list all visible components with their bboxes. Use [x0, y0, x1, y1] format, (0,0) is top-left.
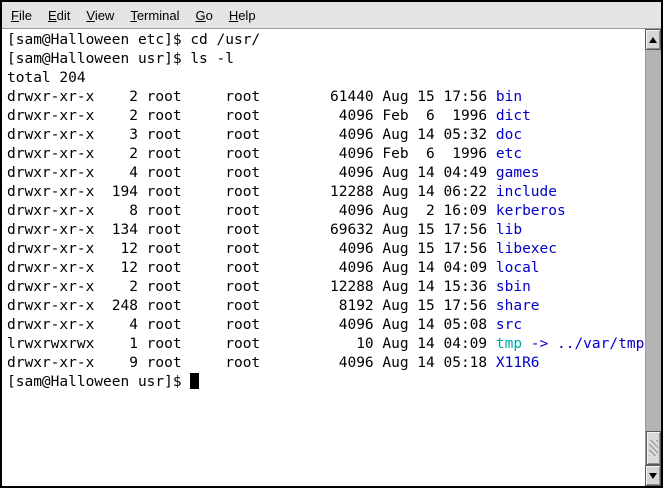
directory-name: share — [496, 298, 540, 314]
terminal-text: drwxr-xr-x 9 root root 4096 Aug 14 05:18 — [7, 355, 496, 371]
scrollbar-thumb[interactable] — [646, 431, 661, 465]
terminal-line: drwxr-xr-x 12 root root 4096 Aug 14 04:0… — [7, 259, 645, 278]
menu-item-edit[interactable]: Edit — [40, 3, 78, 28]
directory-name: -> ../var/tmp — [522, 336, 644, 352]
terminal-text: drwxr-xr-x 134 root root 69632 Aug 15 17… — [7, 222, 496, 238]
terminal-text: drwxr-xr-x 4 root root 4096 Aug 14 05:08 — [7, 317, 496, 333]
scroll-down-button[interactable] — [645, 465, 661, 486]
menu-item-go[interactable]: Go — [187, 3, 220, 28]
scroll-up-button[interactable] — [645, 29, 661, 50]
menu-item-view[interactable]: View — [78, 3, 122, 28]
directory-name: sbin — [496, 279, 531, 295]
menu-item-mnemonic: V — [86, 8, 94, 23]
menu-item-mnemonic: G — [195, 8, 205, 23]
terminal-line: total 204 — [7, 69, 645, 88]
scrollbar — [645, 29, 661, 486]
directory-name: lib — [496, 222, 522, 238]
terminal-line: drwxr-xr-x 8 root root 4096 Aug 2 16:09 … — [7, 202, 645, 221]
menu-item-help[interactable]: Help — [221, 3, 264, 28]
down-arrow-icon — [649, 473, 657, 479]
terminal-text: drwxr-xr-x 12 root root 4096 Aug 14 04:0… — [7, 260, 496, 276]
menu-bar: FileEditViewTerminalGoHelp — [2, 2, 661, 29]
terminal-text: drwxr-xr-x 2 root root 4096 Feb 6 1996 — [7, 108, 496, 124]
directory-name: X11R6 — [496, 355, 540, 371]
terminal-text: drwxr-xr-x 248 root root 8192 Aug 15 17:… — [7, 298, 496, 314]
directory-name: etc — [496, 146, 522, 162]
up-arrow-icon — [649, 37, 657, 43]
terminal-line: drwxr-xr-x 4 root root 4096 Aug 14 04:49… — [7, 164, 645, 183]
terminal-line: [sam@Halloween usr]$ — [7, 373, 645, 392]
terminal-line: drwxr-xr-x 194 root root 12288 Aug 14 06… — [7, 183, 645, 202]
terminal-line: lrwxrwxrwx 1 root root 10 Aug 14 04:09 t… — [7, 335, 645, 354]
menu-item-terminal[interactable]: Terminal — [122, 3, 187, 28]
terminal-body: [sam@Halloween etc]$ cd /usr/ [sam@Hallow… — [2, 29, 661, 486]
terminal-line: drwxr-xr-x 2 root root 61440 Aug 15 17:5… — [7, 88, 645, 107]
scrollbar-trough[interactable] — [645, 50, 661, 465]
terminal-text: drwxr-xr-x 2 root root 61440 Aug 15 17:5… — [7, 89, 496, 105]
terminal-line: drwxr-xr-x 2 root root 4096 Feb 6 1996 d… — [7, 107, 645, 126]
terminal-text: total 204 — [7, 70, 86, 86]
terminal-text: [sam@Halloween etc]$ cd /usr/ — [7, 32, 260, 48]
terminal-text: drwxr-xr-x 2 root root 12288 Aug 14 15:3… — [7, 279, 496, 295]
directory-name: games — [496, 165, 540, 181]
terminal-text: [sam@Halloween usr]$ — [7, 374, 190, 390]
terminal-line: drwxr-xr-x 248 root root 8192 Aug 15 17:… — [7, 297, 645, 316]
directory-name: include — [496, 184, 557, 200]
directory-name: bin — [496, 89, 522, 105]
menu-item-mnemonic: H — [229, 8, 238, 23]
terminal-line: drwxr-xr-x 12 root root 4096 Aug 15 17:5… — [7, 240, 645, 259]
directory-name: doc — [496, 127, 522, 143]
terminal-text: drwxr-xr-x 2 root root 4096 Feb 6 1996 — [7, 146, 496, 162]
terminal-line: drwxr-xr-x 2 root root 4096 Feb 6 1996 e… — [7, 145, 645, 164]
menu-item-file[interactable]: File — [3, 3, 40, 28]
terminal-text: drwxr-xr-x 4 root root 4096 Aug 14 04:49 — [7, 165, 496, 181]
terminal-text: drwxr-xr-x 8 root root 4096 Aug 2 16:09 — [7, 203, 496, 219]
terminal-text: drwxr-xr-x 12 root root 4096 Aug 15 17:5… — [7, 241, 496, 257]
terminal-line: [sam@Halloween usr]$ ls -l — [7, 50, 645, 69]
terminal-line: drwxr-xr-x 134 root root 69632 Aug 15 17… — [7, 221, 645, 240]
directory-name: kerberos — [496, 203, 566, 219]
symlink-name: tmp — [496, 336, 522, 352]
menu-item-mnemonic: E — [48, 8, 57, 23]
directory-name: local — [496, 260, 540, 276]
terminal-line: drwxr-xr-x 2 root root 12288 Aug 14 15:3… — [7, 278, 645, 297]
menu-item-mnemonic: F — [11, 8, 19, 23]
terminal-text: drwxr-xr-x 194 root root 12288 Aug 14 06… — [7, 184, 496, 200]
terminal-text: lrwxrwxrwx 1 root root 10 Aug 14 04:09 — [7, 336, 496, 352]
terminal-line: drwxr-xr-x 3 root root 4096 Aug 14 05:32… — [7, 126, 645, 145]
terminal-window: FileEditViewTerminalGoHelp [sam@Hallowee… — [0, 0, 663, 488]
terminal-screen[interactable]: [sam@Halloween etc]$ cd /usr/ [sam@Hallow… — [2, 29, 645, 486]
terminal-text: drwxr-xr-x 3 root root 4096 Aug 14 05:32 — [7, 127, 496, 143]
terminal-line: drwxr-xr-x 4 root root 4096 Aug 14 05:08… — [7, 316, 645, 335]
thumb-grip-icon — [649, 440, 658, 456]
directory-name: dict — [496, 108, 531, 124]
terminal-line: drwxr-xr-x 9 root root 4096 Aug 14 05:18… — [7, 354, 645, 373]
menu-item-mnemonic: T — [130, 8, 137, 23]
terminal-text: [sam@Halloween usr]$ ls -l — [7, 51, 234, 67]
terminal-line: [sam@Halloween etc]$ cd /usr/ — [7, 31, 645, 50]
terminal-cursor — [190, 373, 199, 389]
directory-name: libexec — [496, 241, 557, 257]
directory-name: src — [496, 317, 522, 333]
